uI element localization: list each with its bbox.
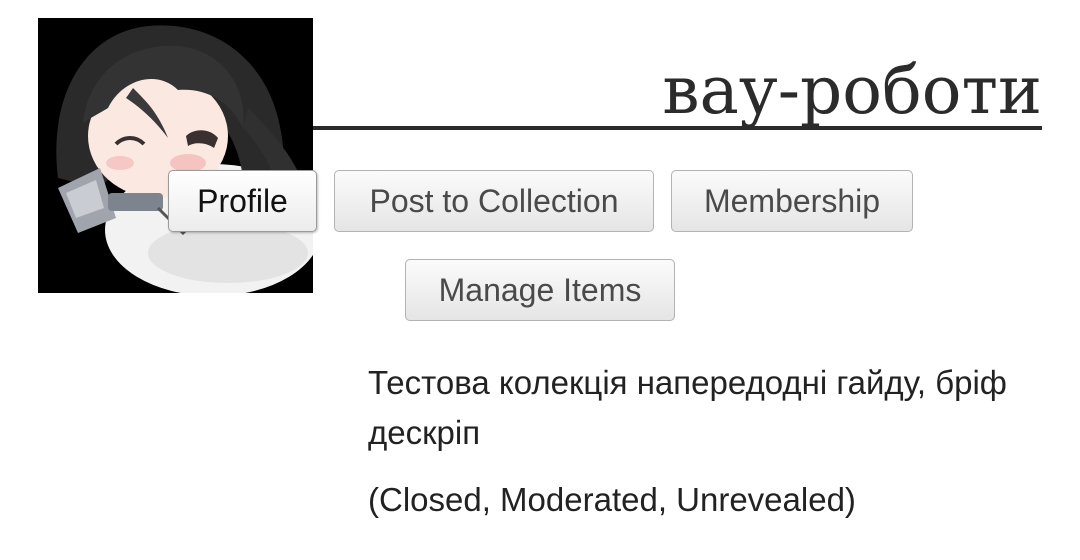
profile-button[interactable]: Profile [168, 170, 317, 232]
collection-title-bar: вау-роботи [313, 40, 1042, 130]
collection-description: Тестова колекція напередодні гайду, бріф… [368, 364, 1007, 451]
collection-avatar [38, 18, 313, 293]
anime-character-icon [56, 25, 313, 293]
collection-title: вау-роботи [662, 52, 1042, 129]
manage-items-button[interactable]: Manage Items [405, 259, 675, 321]
membership-button[interactable]: Membership [671, 170, 913, 232]
collection-status: (Closed, Moderated, Unrevealed) [368, 481, 856, 518]
post-to-collection-button[interactable]: Post to Collection [334, 170, 654, 232]
